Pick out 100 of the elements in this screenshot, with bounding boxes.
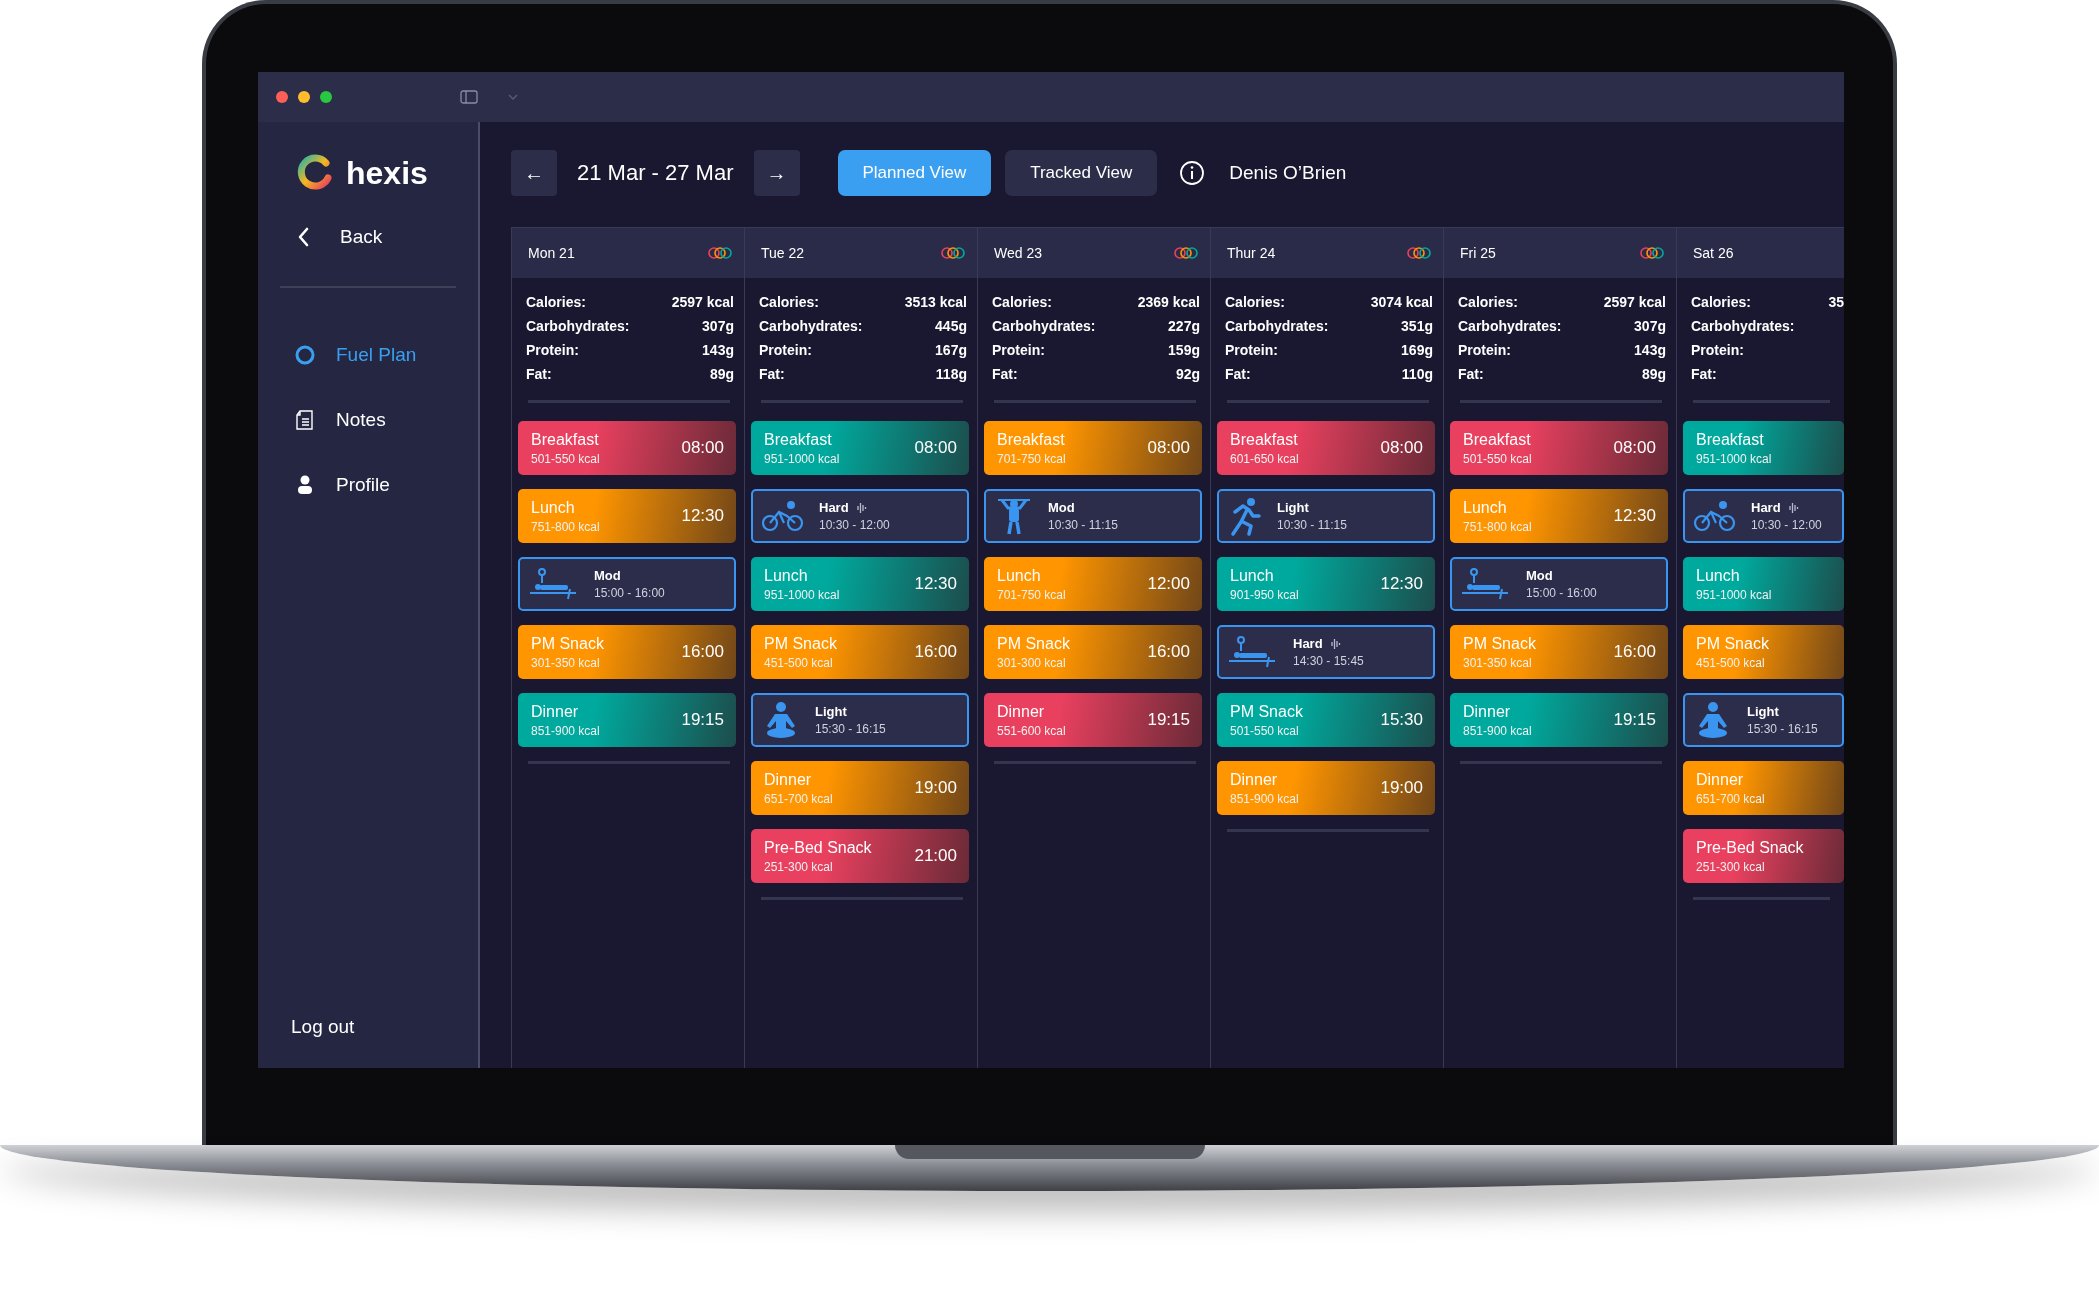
nutrient-label: Protein: xyxy=(1691,342,1744,358)
calorie-range: 451-500 kcal xyxy=(764,655,834,670)
activity-time: 15:30 - 16:15 xyxy=(815,722,886,736)
calorie-range: 951-1000 kcal xyxy=(764,587,840,602)
meal-card[interactable]: Breakfast 701-750 kcal 08:00 xyxy=(984,421,1202,475)
meal-time: 19:15 xyxy=(1147,710,1190,730)
logout-link[interactable]: Log out xyxy=(258,1016,478,1038)
nutrient-label: Protein: xyxy=(1225,342,1278,358)
nutrient-value: 351g xyxy=(1401,318,1433,334)
calorie-range: 451-500 kcal xyxy=(1696,655,1766,670)
meal-card[interactable]: PM Snack 301-300 kcal 16:00 xyxy=(984,625,1202,679)
info-icon[interactable] xyxy=(1179,160,1206,186)
meal-time: 16:00 xyxy=(681,642,724,662)
activity-time: 15:00 - 16:00 xyxy=(594,586,665,600)
calorie-range: 851-900 kcal xyxy=(1463,723,1532,738)
view-tab[interactable]: Tracked View xyxy=(1005,150,1158,196)
activity-card[interactable]: Hard 10:30 - 12:00 xyxy=(1683,489,1844,543)
calorie-range: 551-600 kcal xyxy=(997,723,1066,738)
day-label: Tue 22 xyxy=(761,245,805,261)
day-label: Mon 21 xyxy=(528,245,575,261)
meal-time: 16:00 xyxy=(914,642,957,662)
meal-card[interactable]: Lunch 751-800 kcal 12:30 xyxy=(1450,489,1668,543)
meal-name: Breakfast xyxy=(764,430,833,449)
meal-card[interactable]: Dinner 851-900 kcal 19:15 xyxy=(1450,693,1668,747)
meal-card[interactable]: Breakfast 501-550 kcal 08:00 xyxy=(1450,421,1668,475)
calorie-range: 501-550 kcal xyxy=(1230,723,1300,738)
back-link[interactable]: Back xyxy=(258,226,478,248)
meal-card[interactable]: PM Snack 501-550 kcal 15:30 xyxy=(1217,693,1435,747)
meal-card[interactable]: Lunch 951-1000 kcal 12:30 xyxy=(751,557,969,611)
meal-time: 08:00 xyxy=(1147,438,1190,458)
intensity-label: Light xyxy=(1747,704,1779,719)
next-week-button[interactable]: → xyxy=(753,150,800,196)
nutrient-value: 159g xyxy=(1168,342,1200,358)
meal-name: Breakfast xyxy=(1463,430,1532,449)
calorie-range: 951-1000 kcal xyxy=(1696,587,1772,602)
meal-card[interactable]: Dinner 651-700 kcal 19:00 xyxy=(751,761,969,815)
meal-name: Lunch xyxy=(531,498,576,517)
minimize-icon[interactable] xyxy=(298,91,310,103)
nutrient-label: Fat: xyxy=(1225,366,1251,382)
meal-card[interactable]: Breakfast 601-650 kcal 08:00 xyxy=(1217,421,1435,475)
nutrient-value: 2597 kcal xyxy=(671,294,734,310)
meal-card[interactable]: Lunch 751-800 kcal 12:30 xyxy=(518,489,736,543)
meal-card[interactable]: PM Snack 301-350 kcal 16:00 xyxy=(1450,625,1668,679)
nutrient-value: 89g xyxy=(709,366,734,382)
meal-time: 12:30 xyxy=(681,506,724,526)
nav-item[interactable]: Notes xyxy=(258,387,478,452)
meal-card[interactable]: PM Snack 301-350 kcal 16:00 xyxy=(518,625,736,679)
activity-card[interactable]: Hard 14:30 - 15:45 xyxy=(1217,625,1435,679)
meal-name: PM Snack xyxy=(1696,634,1769,653)
meal-time: 19:15 xyxy=(1613,710,1656,730)
meal-name: Lunch xyxy=(1463,498,1508,517)
meal-time: 21:00 xyxy=(914,846,957,866)
meal-time: 08:00 xyxy=(681,438,724,458)
meal-card[interactable]: Dinner 851-900 kcal 19:15 xyxy=(518,693,736,747)
meal-card[interactable]: Lunch 701-750 kcal 12:00 xyxy=(984,557,1202,611)
close-icon[interactable] xyxy=(276,91,288,103)
nav-item[interactable]: Profile xyxy=(258,452,478,517)
meal-card[interactable]: Breakfast 951-1000 kcal 08:00 xyxy=(751,421,969,475)
nutrient-value: 3513 kcal xyxy=(904,294,967,310)
nutrient-label: Fat: xyxy=(759,366,785,382)
meal-name: PM Snack xyxy=(531,634,604,653)
activity-card[interactable]: Light 10:30 - 11:15 xyxy=(1217,489,1435,543)
nutrient-label: Fat: xyxy=(1458,366,1484,382)
meal-card[interactable]: Pre-Bed Snack 251-300 kcal 21:00 xyxy=(751,829,969,883)
calorie-range: 701-750 kcal xyxy=(997,451,1066,466)
sidebar-toggle-icon[interactable] xyxy=(460,90,478,104)
calorie-range: 301-350 kcal xyxy=(1463,655,1533,670)
meal-name: Dinner xyxy=(1230,770,1279,789)
meal-time: 15:30 xyxy=(1380,710,1423,730)
meal-card[interactable]: Breakfast 501-550 kcal 08:00 xyxy=(518,421,736,475)
meal-card[interactable]: Lunch 901-950 kcal 12:30 xyxy=(1217,557,1435,611)
zoom-icon[interactable] xyxy=(320,91,332,103)
meal-card[interactable]: Dinner 851-900 kcal 19:00 xyxy=(1217,761,1435,815)
user-name: Denis O’Brien xyxy=(1229,162,1347,184)
nutrient-value: 35 xyxy=(1828,294,1844,310)
activity-card[interactable]: Light 15:30 - 16:15 xyxy=(1683,693,1844,747)
nutrient-label: Calories: xyxy=(992,294,1052,310)
activity-card[interactable]: Mod 15:00 - 16:00 xyxy=(1450,557,1668,611)
meal-card[interactable]: Dinner 551-600 kcal 19:15 xyxy=(984,693,1202,747)
activity-card[interactable]: Mod 15:00 - 16:00 xyxy=(518,557,736,611)
meal-name: PM Snack xyxy=(1463,634,1536,653)
nutrient-label: Carbohydrates: xyxy=(1691,318,1795,334)
day-label: Fri 25 xyxy=(1460,245,1496,261)
nutrient-value: 92g xyxy=(1175,366,1200,382)
activity-card[interactable]: Light 15:30 - 16:15 xyxy=(751,693,969,747)
nutrient-value: 89g xyxy=(1641,366,1666,382)
meal-name: Lunch xyxy=(997,566,1042,585)
activity-time: 15:00 - 16:00 xyxy=(1526,586,1597,600)
nav-item[interactable]: Fuel Plan xyxy=(258,322,478,387)
calorie-range: 651-700 kcal xyxy=(764,791,833,806)
nutrient-label: Carbohydrates: xyxy=(1458,318,1562,334)
meal-name: PM Snack xyxy=(1230,702,1303,721)
activity-card[interactable]: Hard 10:30 - 12:00 xyxy=(751,489,969,543)
nutrient-label: Fat: xyxy=(992,366,1018,382)
activity-card[interactable]: Mod 10:30 - 11:15 xyxy=(984,489,1202,543)
meal-name: Dinner xyxy=(764,770,813,789)
previous-week-button[interactable]: ← xyxy=(511,150,557,196)
meal-card[interactable]: Pre-Bed Snack 251-300 kcal xyxy=(1683,829,1844,883)
meal-time: 19:00 xyxy=(1380,778,1423,798)
meal-card[interactable]: PM Snack 451-500 kcal 16:00 xyxy=(751,625,969,679)
